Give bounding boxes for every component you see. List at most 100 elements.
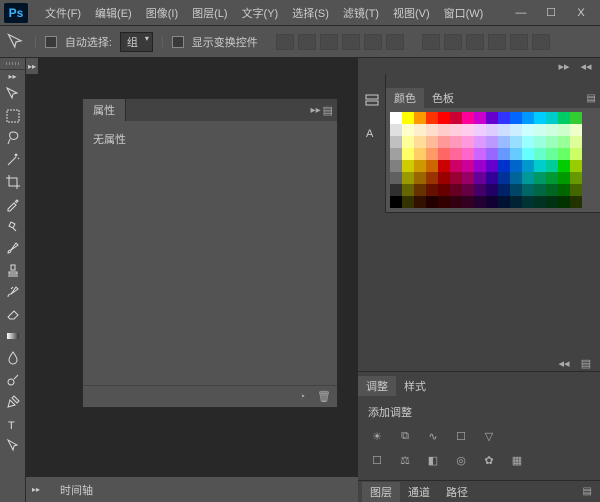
- adjust-menu-icon[interactable]: ▤: [578, 356, 594, 370]
- color-swatch[interactable]: [414, 112, 426, 124]
- vibrance-icon[interactable]: ▽: [480, 428, 498, 444]
- heal-tool[interactable]: [1, 215, 25, 237]
- color-swatch[interactable]: [450, 160, 462, 172]
- color-swatch[interactable]: [450, 184, 462, 196]
- color-swatch[interactable]: [462, 196, 474, 208]
- color-swatch[interactable]: [462, 160, 474, 172]
- color-swatch[interactable]: [546, 196, 558, 208]
- color-swatch[interactable]: [474, 136, 486, 148]
- balance-icon[interactable]: ⚖: [396, 452, 414, 468]
- color-swatch[interactable]: [546, 148, 558, 160]
- color-swatch[interactable]: [474, 112, 486, 124]
- layers-menu-icon[interactable]: ▤: [583, 486, 592, 497]
- color-swatch[interactable]: [558, 160, 570, 172]
- align-hcenter-icon[interactable]: [364, 34, 382, 50]
- brightness-icon[interactable]: ☀: [368, 428, 386, 444]
- color-swatch[interactable]: [426, 196, 438, 208]
- color-swatch[interactable]: [510, 196, 522, 208]
- align-top-icon[interactable]: [276, 34, 294, 50]
- color-swatch[interactable]: [390, 148, 402, 160]
- color-swatch[interactable]: [570, 148, 582, 160]
- color-swatch[interactable]: [390, 172, 402, 184]
- properties-tab[interactable]: 属性: [83, 99, 126, 121]
- align-right-icon[interactable]: [386, 34, 404, 50]
- color-swatch[interactable]: [510, 184, 522, 196]
- auto-select-dropdown[interactable]: 组: [120, 32, 153, 52]
- color-swatch[interactable]: [534, 148, 546, 160]
- color-swatch[interactable]: [474, 172, 486, 184]
- color-swatch[interactable]: [534, 196, 546, 208]
- window-maximize-button[interactable]: ☐: [536, 0, 566, 26]
- window-close-button[interactable]: X: [566, 0, 596, 26]
- color-swatch[interactable]: [498, 172, 510, 184]
- color-swatch[interactable]: [450, 112, 462, 124]
- color-swatch[interactable]: [570, 172, 582, 184]
- color-swatch[interactable]: [510, 124, 522, 136]
- color-swatch[interactable]: [570, 160, 582, 172]
- color-swatch[interactable]: [462, 172, 474, 184]
- dodge-tool[interactable]: [1, 369, 25, 391]
- color-swatch[interactable]: [438, 184, 450, 196]
- color-swatch[interactable]: [498, 184, 510, 196]
- color-swatch[interactable]: [438, 160, 450, 172]
- menu-view[interactable]: 视图(V): [386, 5, 437, 21]
- expand-left-icon[interactable]: ▸▸: [26, 58, 38, 74]
- color-swatch[interactable]: [414, 196, 426, 208]
- path-select-tool[interactable]: [1, 435, 25, 457]
- color-swatch[interactable]: [426, 172, 438, 184]
- color-swatch[interactable]: [402, 112, 414, 124]
- color-swatch[interactable]: [438, 136, 450, 148]
- color-swatch[interactable]: [570, 112, 582, 124]
- lasso-tool[interactable]: [1, 127, 25, 149]
- color-swatch[interactable]: [558, 196, 570, 208]
- align-vcenter-icon[interactable]: [298, 34, 316, 50]
- color-swatch[interactable]: [486, 124, 498, 136]
- color-swatch[interactable]: [546, 160, 558, 172]
- color-swatch[interactable]: [390, 112, 402, 124]
- color-swatch[interactable]: [534, 124, 546, 136]
- color-swatch[interactable]: [570, 124, 582, 136]
- color-swatch[interactable]: [486, 112, 498, 124]
- gradient-tool[interactable]: [1, 325, 25, 347]
- move-tool[interactable]: [1, 83, 25, 105]
- color-swatch[interactable]: [570, 136, 582, 148]
- color-swatch[interactable]: [462, 148, 474, 160]
- mixer-icon[interactable]: ✿: [480, 452, 498, 468]
- menu-window[interactable]: 窗口(W): [437, 5, 491, 21]
- color-swatch[interactable]: [546, 184, 558, 196]
- color-swatch[interactable]: [438, 124, 450, 136]
- paths-tab[interactable]: 路径: [438, 482, 476, 502]
- color-swatch[interactable]: [438, 172, 450, 184]
- color-swatch[interactable]: [402, 136, 414, 148]
- distribute-bottom-icon[interactable]: [466, 34, 484, 50]
- align-bottom-icon[interactable]: [320, 34, 338, 50]
- color-swatch[interactable]: [558, 148, 570, 160]
- color-swatch[interactable]: [474, 184, 486, 196]
- color-swatch[interactable]: [486, 184, 498, 196]
- channels-tab[interactable]: 通道: [400, 482, 438, 502]
- color-swatch[interactable]: [390, 160, 402, 172]
- stamp-tool[interactable]: [1, 259, 25, 281]
- color-swatch[interactable]: [510, 160, 522, 172]
- color-swatch[interactable]: [426, 112, 438, 124]
- color-swatch[interactable]: [522, 112, 534, 124]
- menu-image[interactable]: 图像(I): [139, 5, 185, 21]
- collapse-icon[interactable]: ▸▸: [556, 59, 572, 73]
- brush-tool[interactable]: [1, 237, 25, 259]
- character-icon[interactable]: A: [362, 122, 382, 142]
- color-swatch[interactable]: [534, 184, 546, 196]
- color-swatch[interactable]: [462, 112, 474, 124]
- clip-icon[interactable]: ◔: [295, 390, 309, 404]
- menu-type[interactable]: 文字(Y): [235, 5, 286, 21]
- timeline-tab[interactable]: 时间轴: [50, 479, 103, 501]
- color-swatch[interactable]: [414, 172, 426, 184]
- color-swatch[interactable]: [510, 136, 522, 148]
- color-swatch[interactable]: [534, 160, 546, 172]
- color-swatch[interactable]: [510, 148, 522, 160]
- timeline-expand-icon[interactable]: ▸▸: [32, 485, 40, 494]
- color-swatch[interactable]: [402, 172, 414, 184]
- color-swatch[interactable]: [474, 160, 486, 172]
- color-swatch[interactable]: [474, 196, 486, 208]
- color-swatch[interactable]: [558, 172, 570, 184]
- color-swatch[interactable]: [486, 172, 498, 184]
